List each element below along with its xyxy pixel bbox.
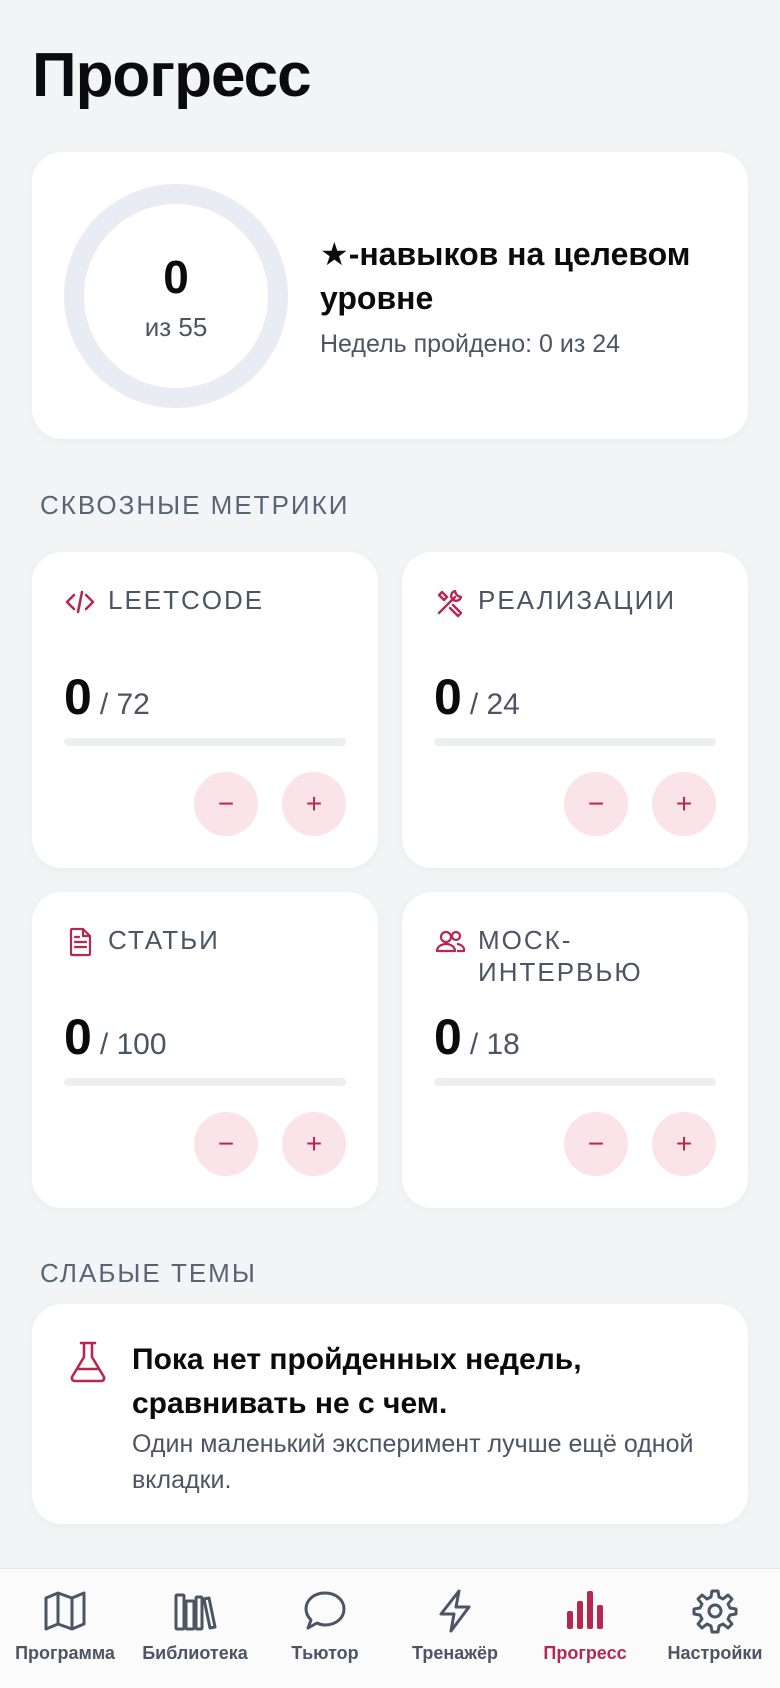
skills-progress-ring: 0 из 55 xyxy=(64,184,288,408)
library-icon xyxy=(174,1593,217,1631)
weeks-passed-text: Недель пройдено: 0 из 24 xyxy=(320,330,621,358)
section-label-weak-topics: СЛАБЫЕ ТЕМЫ xyxy=(40,1258,257,1288)
metric-value: 0 xyxy=(64,1009,92,1065)
metric-value: 0 xyxy=(64,669,92,725)
nav-label: Прогресс xyxy=(543,1643,627,1663)
code-icon xyxy=(65,590,95,614)
nav-item-library[interactable]: Библиотека xyxy=(130,1569,260,1688)
metric-progress-bar xyxy=(434,738,716,746)
nav-item-progress[interactable]: Прогресс xyxy=(520,1569,650,1688)
nav-label: Тренажёр xyxy=(412,1643,498,1663)
bar-chart-icon xyxy=(567,1591,603,1629)
progress-screen: Прогресс 0 из 55 ★-навыков на целевом ур… xyxy=(0,0,780,1688)
decrement-button[interactable]: − xyxy=(194,772,258,836)
metric-total: / 100 xyxy=(99,1028,167,1061)
metric-card-mock-interviews: МОСК-ИНТЕРВЬЮ 0 / 18 − + xyxy=(402,892,748,1208)
nav-item-tutor[interactable]: Тьютор xyxy=(260,1569,390,1688)
metric-label: LEETCODE xyxy=(108,585,265,615)
tools-icon xyxy=(437,589,463,618)
metric-value: 0 xyxy=(434,1009,462,1065)
users-icon xyxy=(435,930,466,953)
decrement-button[interactable]: − xyxy=(194,1112,258,1176)
nav-label: Программа xyxy=(15,1643,115,1663)
weak-topics-title: Пока нет пройденных недель, сравнивать н… xyxy=(132,1343,582,1420)
metric-total: / 72 xyxy=(99,688,150,721)
metric-progress-bar xyxy=(434,1078,716,1086)
nav-item-settings[interactable]: Настройки xyxy=(650,1569,780,1688)
metric-card-implementations: РЕАЛИЗАЦИИ 0 / 24 − + xyxy=(402,552,748,868)
nav-label: Тьютор xyxy=(291,1643,359,1663)
nav-item-trainer[interactable]: Тренажёр xyxy=(390,1569,520,1688)
weak-topics-text: Один маленький эксперимент лучше ещё одн… xyxy=(132,1430,694,1494)
metric-progress-bar xyxy=(64,738,346,746)
document-icon xyxy=(69,927,92,957)
weak-topics-card: Пока нет пройденных недель, сравнивать н… xyxy=(32,1304,748,1524)
metric-label: СТАТЬИ xyxy=(108,925,220,955)
gear-icon xyxy=(692,1589,738,1634)
metric-label: РЕАЛИЗАЦИИ xyxy=(478,585,677,615)
nav-item-program[interactable]: Программа xyxy=(0,1569,130,1688)
ring-value: 0 xyxy=(163,251,189,303)
map-icon xyxy=(44,1591,86,1631)
metric-total: / 18 xyxy=(469,1028,520,1061)
nav-label: Библиотека xyxy=(142,1643,248,1663)
metric-label: МОСК-ИНТЕРВЬЮ xyxy=(478,925,643,987)
metric-value: 0 xyxy=(434,669,462,725)
metric-card-leetcode: LEETCODE 0 / 72 − + xyxy=(32,552,378,868)
increment-button[interactable]: + xyxy=(652,1112,716,1176)
section-label-metrics: СКВОЗНЫЕ МЕТРИКИ xyxy=(40,490,350,520)
page-title: Прогресс xyxy=(32,41,312,110)
increment-button[interactable]: + xyxy=(282,772,346,836)
metric-card-articles: СТАТЬИ 0 / 100 − + xyxy=(32,892,378,1208)
summary-title: ★-навыков на целевом уровне xyxy=(320,236,691,316)
nav-label: Настройки xyxy=(667,1643,763,1663)
increment-button[interactable]: + xyxy=(282,1112,346,1176)
bottom-navigation: Программа Библиотека Тьютор Тренажёр Про… xyxy=(0,1568,780,1688)
metric-progress-bar xyxy=(64,1078,346,1086)
chat-icon xyxy=(304,1591,346,1630)
decrement-button[interactable]: − xyxy=(564,1112,628,1176)
lightning-icon xyxy=(439,1589,471,1633)
decrement-button[interactable]: − xyxy=(564,772,628,836)
ring-subtitle: из 55 xyxy=(144,312,208,342)
flask-icon xyxy=(70,1341,106,1383)
skills-summary-card: 0 из 55 ★-навыков на целевом уровне Неде… xyxy=(32,152,748,439)
metric-total: / 24 xyxy=(469,688,520,721)
increment-button[interactable]: + xyxy=(652,772,716,836)
